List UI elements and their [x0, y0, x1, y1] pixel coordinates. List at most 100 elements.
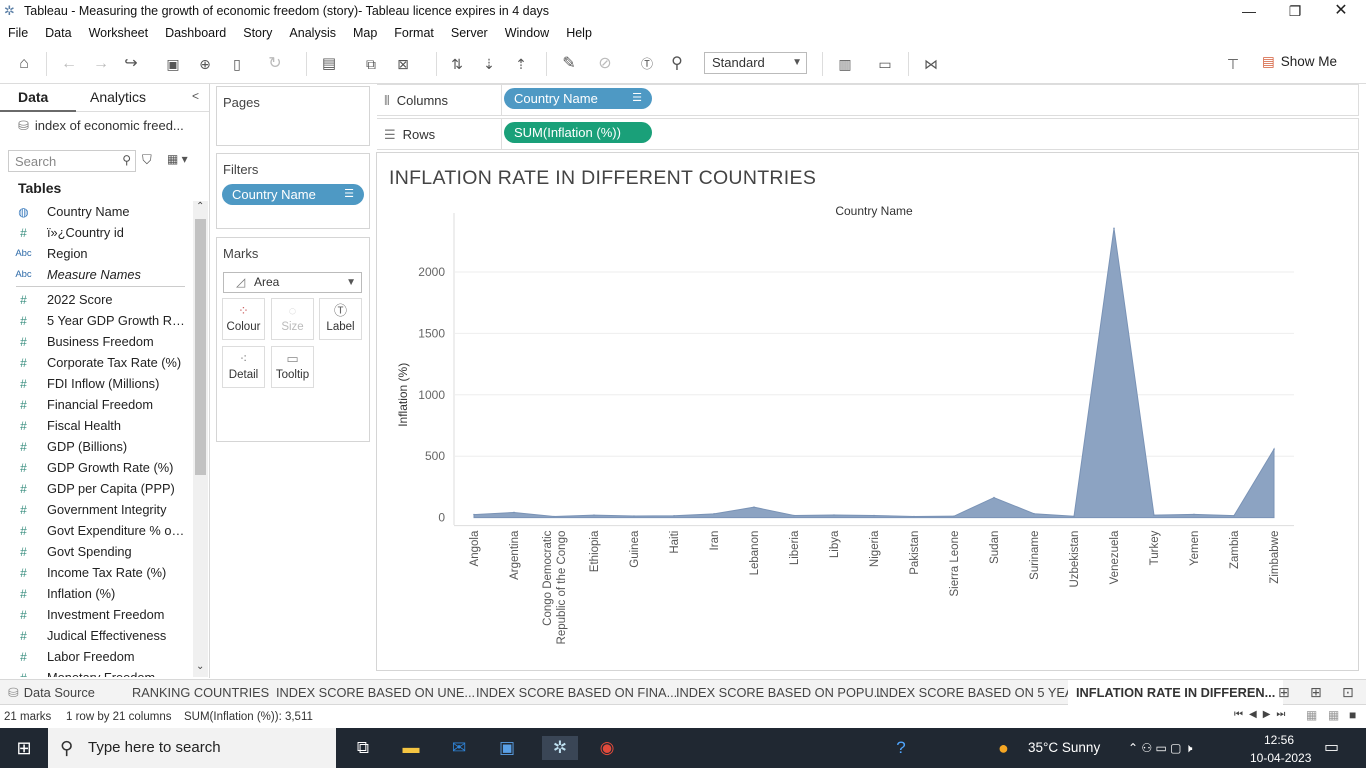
- save-icon[interactable]: ▣: [162, 53, 184, 75]
- size-button[interactable]: ◌ Size: [271, 298, 314, 340]
- share-icon[interactable]: ⋈: [920, 53, 942, 75]
- menu-story[interactable]: Story: [243, 26, 272, 40]
- detail-button[interactable]: ⁖ Detail: [222, 346, 265, 388]
- swap-rows-columns-icon[interactable]: ⇅: [446, 53, 468, 75]
- replay-icon[interactable]: ↪: [120, 53, 142, 75]
- search-input[interactable]: Search ⚲: [8, 150, 136, 172]
- show-cards-icon[interactable]: ▥: [834, 53, 856, 75]
- rows-pill-inflation[interactable]: SUM(Inflation (%)): [504, 122, 652, 143]
- field-item[interactable]: #5 Year GDP Growth Ra...: [0, 310, 193, 331]
- taskbar-search-input[interactable]: ⚲ Type here to search: [48, 728, 336, 768]
- menu-dashboard[interactable]: Dashboard: [165, 26, 226, 40]
- new-worksheet-icon[interactable]: ⊞: [1278, 680, 1290, 705]
- field-item[interactable]: # Govt Expenditure % of ...: [0, 520, 193, 541]
- file-explorer-icon[interactable]: ▬: [398, 736, 424, 760]
- sort-ascending-icon[interactable]: ⇣: [478, 53, 500, 75]
- weather-icon[interactable]: ●: [998, 728, 1009, 768]
- close-icon[interactable]: ✕: [1318, 0, 1364, 22]
- field-item[interactable]: # Financial Freedom: [0, 394, 193, 415]
- field-item[interactable]: # Corporate Tax Rate (%): [0, 352, 193, 373]
- labels-icon[interactable]: Ⓣ: [636, 53, 658, 75]
- notifications-icon[interactable]: ▭: [1324, 728, 1339, 768]
- new-dashboard-icon[interactable]: ⊞: [1310, 680, 1322, 705]
- show-tabs-icon[interactable]: ■: [1349, 708, 1356, 722]
- tab-sheet-active[interactable]: INFLATION RATE IN DIFFEREN...: [1068, 680, 1284, 705]
- redo-icon[interactable]: →: [90, 53, 112, 75]
- tab-sheet[interactable]: INDEX SCORE BASED ON POPU...: [676, 680, 884, 705]
- field-item[interactable]: # Judical Effectiveness: [0, 625, 193, 646]
- menu-format[interactable]: Format: [394, 26, 434, 40]
- columns-pill-country-name[interactable]: Country Name ☰: [504, 88, 652, 109]
- help-icon[interactable]: ?: [888, 736, 914, 760]
- tab-data[interactable]: Data: [18, 89, 48, 105]
- field-item[interactable]: ◍ Country Name: [0, 201, 193, 222]
- field-item[interactable]: #2022 Score: [0, 289, 193, 310]
- menu-window[interactable]: Window: [505, 26, 549, 40]
- menu-file[interactable]: File: [8, 26, 28, 40]
- label-button[interactable]: Ⓣ Label: [319, 298, 362, 340]
- new-worksheet-icon[interactable]: ▤: [318, 53, 340, 75]
- store-icon[interactable]: ▣: [494, 736, 520, 760]
- field-item[interactable]: # Inflation (%): [0, 583, 193, 604]
- menu-map[interactable]: Map: [353, 26, 377, 40]
- restore-icon[interactable]: ❐: [1272, 0, 1318, 22]
- format-painter-icon[interactable]: ⊤: [1222, 53, 1244, 75]
- tab-sheet[interactable]: INDEX SCORE BASED ON 5 YEA...: [876, 680, 1084, 705]
- task-view-icon[interactable]: ⧉: [350, 736, 376, 760]
- scroll-down-icon[interactable]: ⌄: [196, 661, 204, 672]
- view-options-icon[interactable]: ▦ ▾: [167, 152, 188, 166]
- filter-pill-country-name[interactable]: Country Name ☰: [222, 184, 364, 205]
- scrollbar-thumb[interactable]: [195, 219, 206, 475]
- field-item[interactable]: # Income Tax Rate (%): [0, 562, 193, 583]
- field-list-scrollbar[interactable]: ⌃ ⌄: [193, 201, 208, 677]
- pause-updates-icon[interactable]: ▯: [226, 53, 248, 75]
- show-me-button[interactable]: ▤ Show Me: [1262, 54, 1337, 70]
- area-chart[interactable]: Country Name Inflation (%) 0 500 1000 1500 200…: [377, 153, 1358, 670]
- chrome-icon[interactable]: ◉: [594, 736, 620, 760]
- windows-start-icon[interactable]: ⊞: [11, 736, 37, 760]
- clock-date[interactable]: 10-04-2023: [1250, 738, 1311, 778]
- collapse-pane-icon[interactable]: <: [192, 89, 199, 103]
- show-filmstrip-icon[interactable]: ▦: [1306, 708, 1317, 722]
- field-item[interactable]: # ï»¿Country id: [0, 222, 193, 243]
- tab-sheet[interactable]: INDEX SCORE BASED ON FINA...: [476, 680, 677, 705]
- menu-server[interactable]: Server: [451, 26, 488, 40]
- tab-sheet[interactable]: INDEX SCORE BASED ON UNE...: [276, 680, 475, 705]
- mail-icon[interactable]: ✉: [446, 736, 472, 760]
- field-item[interactable]: # Fiscal Health: [0, 415, 193, 436]
- duplicate-sheet-icon[interactable]: ⧉: [360, 53, 382, 75]
- refresh-icon[interactable]: ↻: [264, 53, 286, 75]
- field-item[interactable]: # GDP per Capita (PPP): [0, 478, 193, 499]
- undo-icon[interactable]: ←: [58, 53, 80, 75]
- field-item[interactable]: # Govt Spending: [0, 541, 193, 562]
- tab-data-source[interactable]: ⛁ Data Source: [8, 680, 95, 705]
- group-icon[interactable]: ⊘: [594, 53, 616, 75]
- sort-descending-icon[interactable]: ⇡: [510, 53, 532, 75]
- field-item[interactable]: # Labor Freedom: [0, 646, 193, 667]
- new-story-icon[interactable]: ⊡: [1342, 680, 1354, 705]
- scroll-up-icon[interactable]: ⌃: [196, 201, 204, 212]
- field-item[interactable]: Abc Measure Names: [0, 264, 193, 285]
- menu-data[interactable]: Data: [45, 26, 71, 40]
- field-item[interactable]: # Business Freedom: [0, 331, 193, 352]
- minimize-icon[interactable]: —: [1226, 0, 1272, 22]
- menu-analysis[interactable]: Analysis: [289, 26, 336, 40]
- show-sheet-sorter-icon[interactable]: ▦: [1328, 708, 1339, 722]
- viz-area[interactable]: INFLATION RATE IN DIFFERENT COUNTRIES Co…: [376, 152, 1359, 671]
- field-item[interactable]: # FDI Inflow (Millions): [0, 373, 193, 394]
- pin-icon[interactable]: ⚲: [666, 53, 688, 75]
- tableau-taskbar-icon[interactable]: ✲: [542, 736, 578, 760]
- field-item[interactable]: #Monetary Freedom: [0, 667, 193, 677]
- mark-type-select[interactable]: ◿ Area ▼: [223, 272, 362, 293]
- new-datasource-icon[interactable]: ⊕: [194, 53, 216, 75]
- field-item[interactable]: # GDP (Billions): [0, 436, 193, 457]
- highlight-icon[interactable]: ✎: [558, 53, 580, 75]
- tab-analytics[interactable]: Analytics: [90, 89, 146, 105]
- tab-sheet[interactable]: RANKING COUNTRIES: [132, 680, 269, 705]
- clear-sheet-icon[interactable]: ⊠: [392, 53, 414, 75]
- pages-card[interactable]: Pages: [216, 86, 370, 146]
- presentation-mode-icon[interactable]: ▭: [874, 53, 896, 75]
- field-item[interactable]: Abc Region: [0, 243, 193, 264]
- menu-worksheet[interactable]: Worksheet: [89, 26, 149, 40]
- home-icon[interactable]: ⌂: [13, 53, 35, 75]
